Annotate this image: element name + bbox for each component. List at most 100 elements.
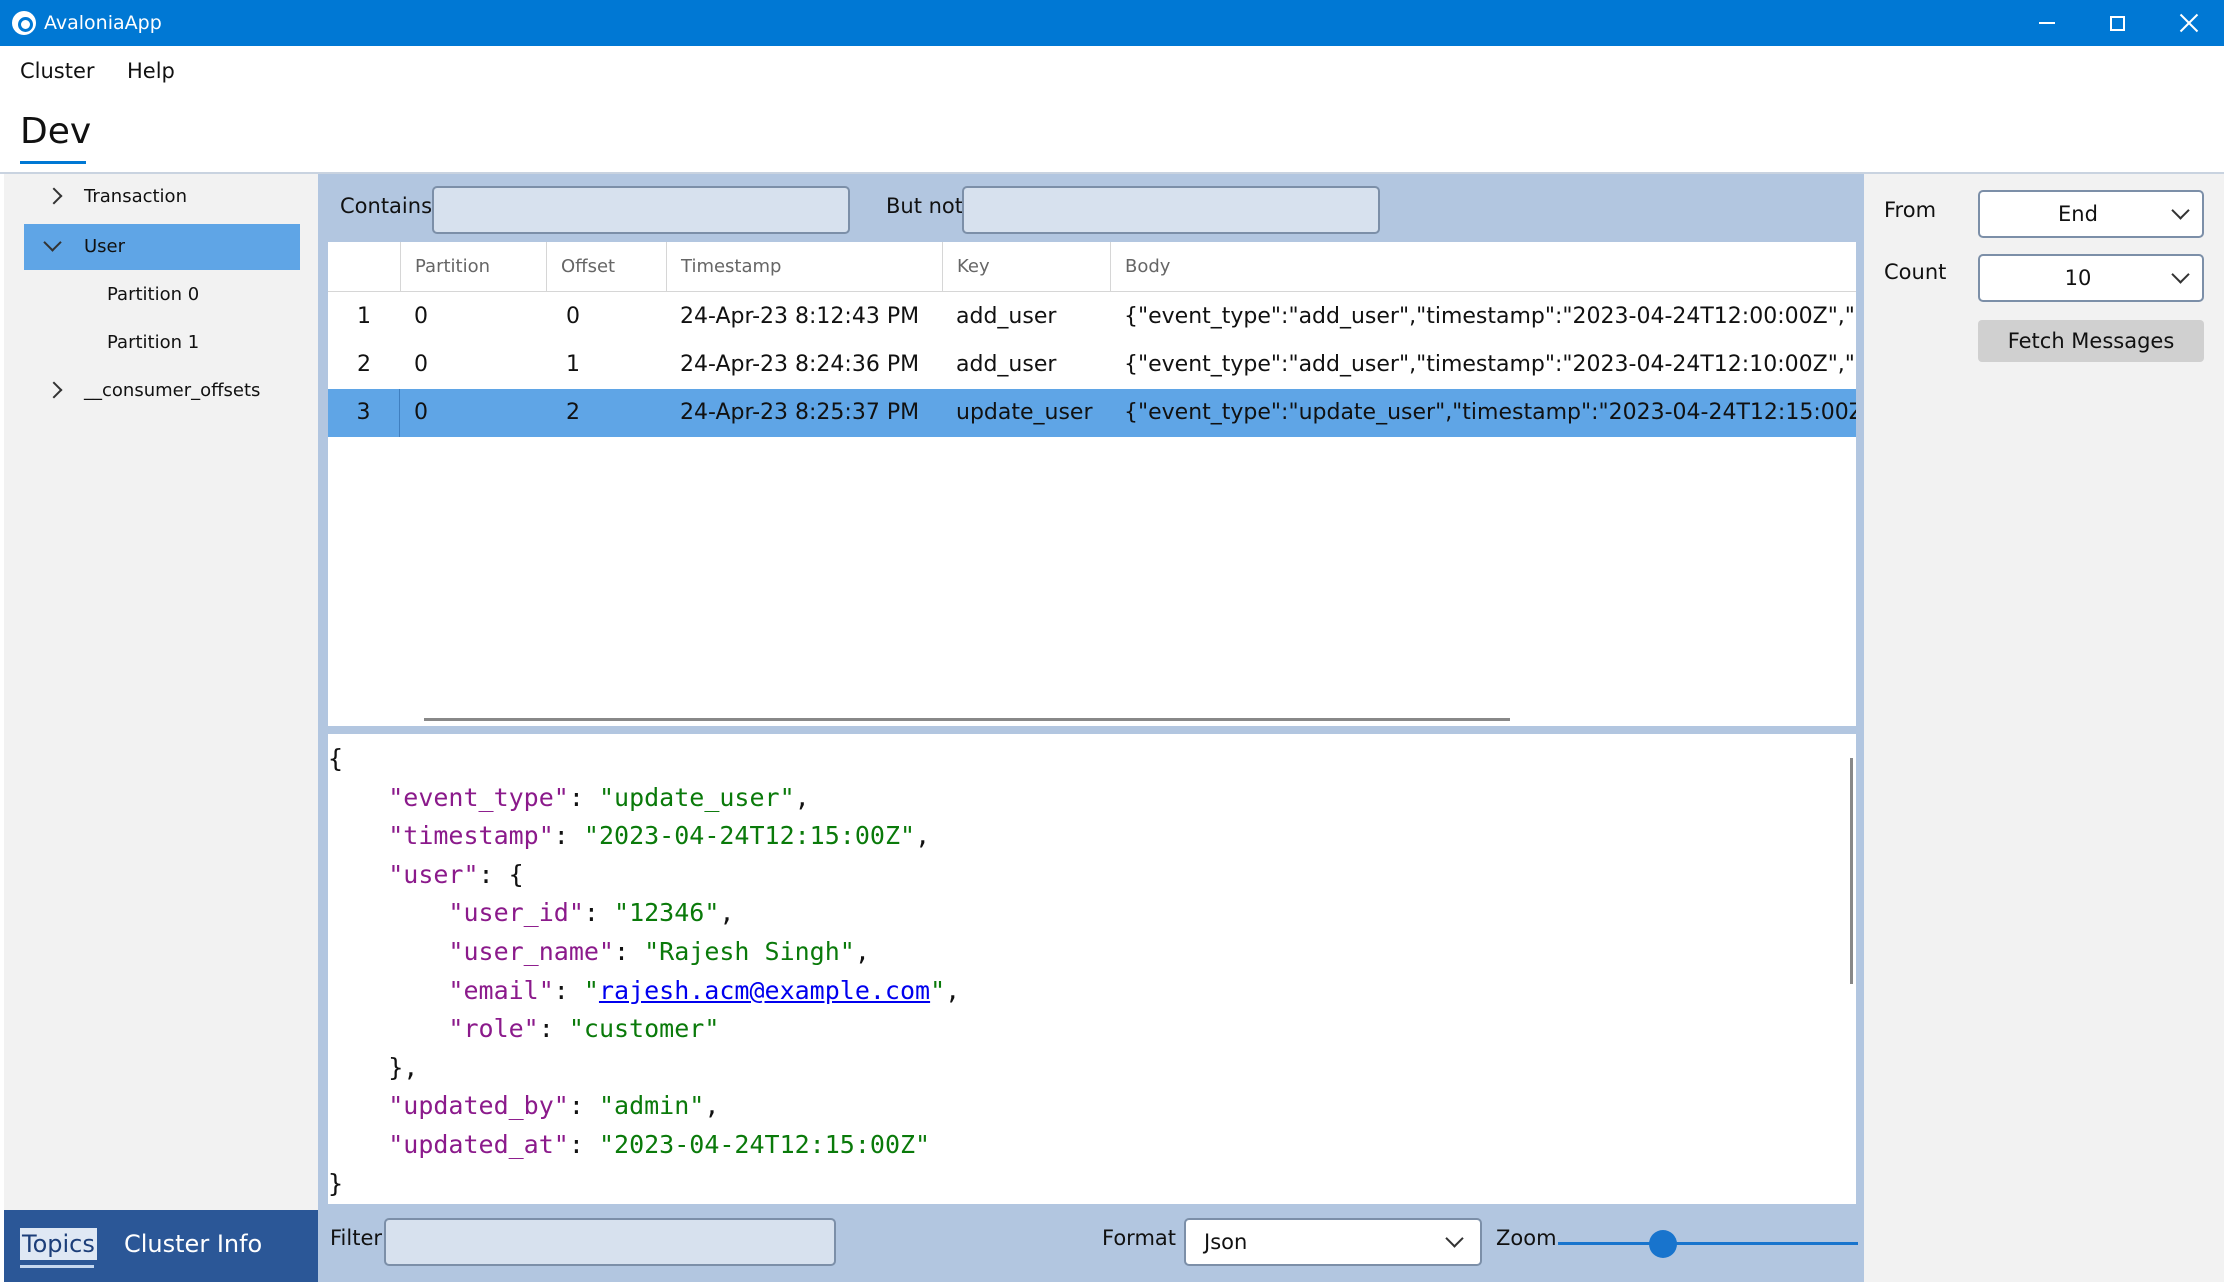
cell-index: 3 — [328, 389, 400, 437]
app-logo-icon — [12, 11, 36, 35]
title-bar[interactable]: AvaloniaApp — [0, 0, 2224, 46]
window-title: AvaloniaApp — [44, 12, 162, 34]
cell-offset: 2 — [566, 400, 580, 425]
nav-tab-underline — [20, 1265, 94, 1268]
but-not-label: But not — [886, 194, 964, 218]
column-header-partition[interactable]: Partition — [400, 242, 546, 292]
messages-panel: Contains But not Partition Offset Timest… — [318, 174, 1864, 1282]
message-detail-viewer[interactable]: { "event_type": "update_user", "timestam… — [328, 734, 1856, 1204]
zoom-label: Zoom — [1496, 1226, 1557, 1250]
maximize-icon — [2109, 15, 2125, 31]
cell-body: {"event_type":"add_user","timestamp":"20… — [1124, 352, 1856, 377]
topics-tree: Transaction User Partition 0 Partition 1… — [4, 174, 318, 1210]
json-key: "user" — [388, 859, 479, 889]
from-select[interactable]: End — [1978, 190, 2204, 238]
menu-bar: Cluster Help — [0, 46, 2224, 94]
column-header-index[interactable] — [328, 242, 400, 292]
cell-partition: 0 — [414, 400, 428, 425]
json-key: "updated_by" — [388, 1091, 569, 1121]
close-icon — [2179, 13, 2199, 33]
email-link[interactable]: rajesh.acm@example.com — [599, 976, 930, 1005]
chevron-right-icon[interactable] — [48, 190, 60, 202]
json-viewer: { "event_type": "update_user", "timestam… — [328, 744, 961, 1198]
fetch-messages-button[interactable]: Fetch Messages — [1978, 320, 2204, 362]
cell-offset: 1 — [566, 352, 580, 377]
format-value: Json — [1204, 1230, 1248, 1254]
tree-item-partition-0[interactable]: Partition 0 — [24, 272, 300, 318]
json-key: "user_id" — [448, 898, 584, 928]
minimize-button[interactable] — [2012, 0, 2082, 46]
filter-input[interactable] — [384, 1218, 836, 1266]
minimize-icon — [2039, 22, 2055, 24]
cell-timestamp: 24-Apr-23 8:12:43 PM — [680, 304, 920, 329]
cell-timestamp: 24-Apr-23 8:25:37 PM — [680, 400, 920, 425]
json-value: 12346 — [629, 898, 705, 928]
cell-offset: 0 — [566, 304, 580, 329]
zoom-slider-thumb[interactable] — [1649, 1230, 1677, 1258]
menu-help[interactable]: Help — [127, 58, 175, 84]
grid-header: Partition Offset Timestamp Key Body — [328, 242, 1856, 292]
cell-key: update_user — [956, 400, 1093, 425]
table-row-selected[interactable]: 3 0 2 24-Apr-23 8:25:37 PM update_user {… — [328, 389, 1856, 437]
json-key: "role" — [448, 1014, 539, 1044]
nav-tab-topics[interactable]: Topics — [20, 1228, 97, 1260]
tree-item-user[interactable]: User — [24, 224, 300, 270]
count-select[interactable]: 10 — [1978, 254, 2204, 302]
zoom-slider-track[interactable] — [1558, 1242, 1858, 1245]
menu-cluster[interactable]: Cluster — [20, 58, 95, 84]
chevron-down-icon — [1448, 1232, 1460, 1244]
column-header-timestamp[interactable]: Timestamp — [666, 242, 942, 292]
json-key: "email" — [448, 975, 554, 1005]
chevron-right-icon[interactable] — [48, 384, 60, 396]
tree-item-label: __consumer_offsets — [84, 380, 261, 401]
tree-item-partition-1[interactable]: Partition 1 — [24, 320, 300, 366]
tree-item-consumer-offsets[interactable]: __consumer_offsets — [24, 368, 300, 414]
json-key: "updated_at" — [388, 1129, 569, 1159]
cell-timestamp: 24-Apr-23 8:24:36 PM — [680, 352, 920, 377]
json-key: "timestamp" — [388, 821, 554, 851]
vertical-scrollbar[interactable] — [1850, 758, 1853, 984]
close-button[interactable] — [2154, 0, 2224, 46]
chevron-down-icon — [2174, 204, 2186, 216]
tree-item-transaction[interactable]: Transaction — [24, 174, 300, 220]
format-select[interactable]: Json — [1184, 1218, 1482, 1266]
cell-key: add_user — [956, 352, 1057, 377]
chevron-down-icon[interactable] — [46, 240, 58, 252]
bottom-nav: Topics Cluster Info — [4, 1210, 318, 1282]
maximize-button[interactable] — [2082, 0, 2152, 46]
from-label: From — [1884, 198, 1937, 222]
cell-body: {"event_type":"update_user","timestamp":… — [1124, 400, 1856, 425]
cluster-title-underline — [20, 161, 86, 164]
json-key: "event_type" — [388, 782, 569, 812]
chevron-down-icon — [2174, 268, 2186, 280]
json-value: admin — [614, 1091, 690, 1121]
tree-item-label: Partition 1 — [107, 332, 200, 353]
contains-label: Contains — [340, 194, 433, 218]
but-not-input[interactable] — [962, 186, 1380, 234]
cluster-title: Dev — [20, 111, 92, 152]
tree-item-label: Partition 0 — [107, 284, 200, 305]
tree-item-label: Transaction — [84, 186, 187, 207]
table-row[interactable]: 2 0 1 24-Apr-23 8:24:36 PM add_user {"ev… — [328, 341, 1856, 389]
filter-label: Filter — [330, 1226, 383, 1250]
cell-partition: 0 — [414, 352, 428, 377]
count-value: 10 — [2064, 266, 2092, 290]
json-value: update_user — [614, 782, 780, 812]
column-header-key[interactable]: Key — [942, 242, 1110, 292]
horizontal-scrollbar[interactable] — [424, 718, 1510, 721]
messages-grid: Partition Offset Timestamp Key Body 1 0 … — [328, 242, 1856, 726]
contains-input[interactable] — [432, 186, 850, 234]
json-brace: } — [328, 1168, 344, 1198]
from-value: End — [2058, 202, 2098, 226]
cell-key: add_user — [956, 304, 1057, 329]
table-row[interactable]: 1 0 0 24-Apr-23 8:12:43 PM add_user {"ev… — [328, 293, 1856, 341]
cell-index: 2 — [357, 352, 371, 377]
format-label: Format — [1102, 1226, 1177, 1250]
column-header-body[interactable]: Body — [1110, 242, 1856, 292]
fetch-options-panel: From End Count 10 Fetch Messages — [1864, 174, 2224, 1282]
nav-tab-cluster-info[interactable]: Cluster Info — [124, 1228, 262, 1260]
column-header-offset[interactable]: Offset — [546, 242, 666, 292]
json-value: 2023-04-24T12:15:00Z — [598, 821, 900, 851]
json-value: Rajesh Singh — [659, 936, 840, 966]
count-label: Count — [1884, 260, 1947, 284]
